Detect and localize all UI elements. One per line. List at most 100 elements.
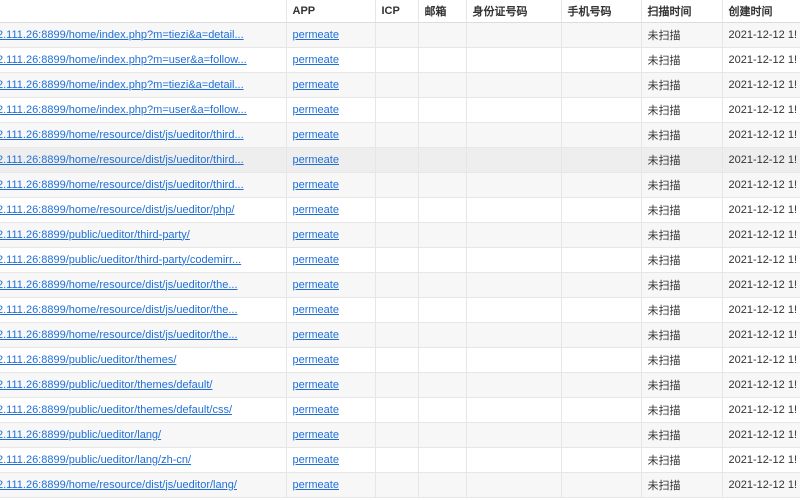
url-link[interactable]: 2.111.26:8899/home/resource/dist/js/uedi… <box>0 304 285 316</box>
table-row[interactable]: 2.111.26:8899/public/ueditor/third-party… <box>0 247 800 273</box>
id-card-cell <box>466 397 562 423</box>
email-cell <box>418 222 467 248</box>
table-row[interactable]: 2.111.26:8899/home/index.php?m=tiezi&a=d… <box>0 72 800 98</box>
url-link[interactable]: 2.111.26:8899/home/resource/dist/js/uedi… <box>0 129 285 141</box>
app-link[interactable]: permeate <box>293 379 339 391</box>
app-link[interactable]: permeate <box>293 154 339 166</box>
url-link[interactable]: 2.111.26:8899/public/ueditor/third-party… <box>0 254 285 266</box>
app-cell: permeate <box>286 147 376 173</box>
url-link[interactable]: 2.111.26:8899/home/index.php?m=tiezi&a=d… <box>0 79 285 91</box>
url-link[interactable]: 2.111.26:8899/public/ueditor/third-party… <box>0 229 285 241</box>
url-cell[interactable]: 2.111.26:8899/home/resource/dist/js/uedi… <box>0 297 287 323</box>
url-cell[interactable]: 2.111.26:8899/public/ueditor/third-party… <box>0 222 287 248</box>
url-link[interactable]: 2.111.26:8899/public/ueditor/themes/defa… <box>0 379 285 391</box>
app-link[interactable]: permeate <box>293 179 339 191</box>
app-link[interactable]: permeate <box>293 454 339 466</box>
app-link[interactable]: permeate <box>293 254 339 266</box>
table-row[interactable]: 2.111.26:8899/home/resource/dist/js/uedi… <box>0 322 800 348</box>
url-cell[interactable]: 2.111.26:8899/home/resource/dist/js/uedi… <box>0 272 287 298</box>
table-row[interactable]: 2.111.26:8899/home/index.php?m=user&a=fo… <box>0 47 800 73</box>
table-row[interactable]: 2.111.26:8899/public/ueditor/themes/perm… <box>0 347 800 373</box>
url-cell[interactable]: 2.111.26:8899/home/resource/dist/js/uedi… <box>0 122 287 148</box>
icp-cell <box>375 222 419 248</box>
url-link[interactable]: 2.111.26:8899/home/resource/dist/js/uedi… <box>0 154 285 166</box>
url-cell[interactable]: 2.111.26:8899/public/ueditor/third-party… <box>0 247 287 273</box>
column-header-app[interactable]: APP <box>286 0 376 23</box>
column-header-icp[interactable]: ICP <box>375 0 419 23</box>
url-cell[interactable]: 2.111.26:8899/public/ueditor/lang/ <box>0 422 287 448</box>
url-cell[interactable]: 2.111.26:8899/public/ueditor/themes/ <box>0 347 287 373</box>
url-cell[interactable]: 2.111.26:8899/home/resource/dist/js/uedi… <box>0 322 287 348</box>
app-link[interactable]: permeate <box>293 429 339 441</box>
app-link[interactable]: permeate <box>293 204 339 216</box>
url-cell[interactable]: 2.111.26:8899/home/index.php?m=tiezi&a=d… <box>0 22 287 48</box>
url-link[interactable]: 2.111.26:8899/public/ueditor/themes/ <box>0 354 285 366</box>
column-header-id-card[interactable]: 身份证号码 <box>466 0 562 23</box>
table-row[interactable]: 2.111.26:8899/home/resource/dist/js/uedi… <box>0 272 800 298</box>
url-link[interactable]: 2.111.26:8899/home/resource/dist/js/uedi… <box>0 204 285 216</box>
app-cell: permeate <box>286 422 376 448</box>
icp-cell <box>375 147 419 173</box>
table-row[interactable]: 2.111.26:8899/home/resource/dist/js/uedi… <box>0 122 800 148</box>
column-header-scan-time[interactable]: 扫描时间 <box>641 0 723 23</box>
table-row[interactable]: 2.111.26:8899/home/resource/dist/js/uedi… <box>0 172 800 198</box>
table-row[interactable]: 2.111.26:8899/public/ueditor/themes/defa… <box>0 397 800 423</box>
url-cell[interactable]: 2.111.26:8899/home/index.php?m=tiezi&a=d… <box>0 72 287 98</box>
url-link[interactable]: 2.111.26:8899/home/index.php?m=user&a=fo… <box>0 104 285 116</box>
app-link[interactable]: permeate <box>293 129 339 141</box>
table-row[interactable]: 2.111.26:8899/home/index.php?m=tiezi&a=d… <box>0 22 800 48</box>
table-row[interactable]: 2.111.26:8899/home/index.php?m=user&a=fo… <box>0 97 800 123</box>
icp-cell <box>375 297 419 323</box>
app-link[interactable]: permeate <box>293 104 339 116</box>
app-link[interactable]: permeate <box>293 479 339 491</box>
email-cell <box>418 172 467 198</box>
url-link[interactable]: 2.111.26:8899/home/index.php?m=tiezi&a=d… <box>0 29 285 41</box>
url-link[interactable]: 2.111.26:8899/home/resource/dist/js/uedi… <box>0 479 285 491</box>
table-row[interactable]: 2.111.26:8899/public/ueditor/lang/zh-cn/… <box>0 447 800 473</box>
table-row[interactable]: 2.111.26:8899/home/resource/dist/js/uedi… <box>0 472 800 498</box>
app-link[interactable]: permeate <box>293 354 339 366</box>
table-row[interactable]: 2.111.26:8899/public/ueditor/themes/defa… <box>0 372 800 398</box>
id-card-cell <box>466 172 562 198</box>
url-link[interactable]: 2.111.26:8899/public/ueditor/lang/ <box>0 429 285 441</box>
table-row[interactable]: 2.111.26:8899/home/resource/dist/js/uedi… <box>0 197 800 223</box>
table-row[interactable]: 2.111.26:8899/public/ueditor/third-party… <box>0 222 800 248</box>
url-cell[interactable]: 2.111.26:8899/home/resource/dist/js/uedi… <box>0 472 287 498</box>
url-cell[interactable]: 2.111.26:8899/public/ueditor/themes/defa… <box>0 397 287 423</box>
app-link[interactable]: permeate <box>293 29 339 41</box>
url-cell[interactable]: 2.111.26:8899/home/resource/dist/js/uedi… <box>0 172 287 198</box>
app-link[interactable]: permeate <box>293 229 339 241</box>
table-row[interactable]: 2.111.26:8899/home/resource/dist/js/uedi… <box>0 297 800 323</box>
phone-cell <box>561 397 642 423</box>
url-link[interactable]: 2.111.26:8899/home/index.php?m=user&a=fo… <box>0 54 285 66</box>
table-row[interactable]: 2.111.26:8899/home/resource/dist/js/uedi… <box>0 147 800 173</box>
column-header-phone[interactable]: 手机号码 <box>561 0 642 23</box>
icp-cell <box>375 397 419 423</box>
url-link[interactable]: 2.111.26:8899/public/ueditor/themes/defa… <box>0 404 285 416</box>
url-cell[interactable]: 2.111.26:8899/public/ueditor/lang/zh-cn/ <box>0 447 287 473</box>
url-link[interactable]: 2.111.26:8899/public/ueditor/lang/zh-cn/ <box>0 454 285 466</box>
url-link[interactable]: 2.111.26:8899/home/resource/dist/js/uedi… <box>0 329 285 341</box>
url-link[interactable]: 2.111.26:8899/home/resource/dist/js/uedi… <box>0 279 285 291</box>
app-link[interactable]: permeate <box>293 79 339 91</box>
column-header-created-time[interactable]: 创建时间 <box>722 0 800 23</box>
app-link[interactable]: permeate <box>293 404 339 416</box>
table-row[interactable]: 2.111.26:8899/public/ueditor/lang/permea… <box>0 422 800 448</box>
url-cell[interactable]: 2.111.26:8899/home/resource/dist/js/uedi… <box>0 197 287 223</box>
icp-cell <box>375 247 419 273</box>
scan-time-cell: 未扫描 <box>641 147 723 173</box>
app-cell: permeate <box>286 347 376 373</box>
app-link[interactable]: permeate <box>293 279 339 291</box>
url-link[interactable]: 2.111.26:8899/home/resource/dist/js/uedi… <box>0 179 285 191</box>
column-header-email[interactable]: 邮箱 <box>418 0 467 23</box>
app-link[interactable]: permeate <box>293 329 339 341</box>
app-link[interactable]: permeate <box>293 304 339 316</box>
url-cell[interactable]: 2.111.26:8899/public/ueditor/themes/defa… <box>0 372 287 398</box>
url-cell[interactable]: 2.111.26:8899/home/index.php?m=user&a=fo… <box>0 97 287 123</box>
email-cell <box>418 22 467 48</box>
email-cell <box>418 472 467 498</box>
app-link[interactable]: permeate <box>293 54 339 66</box>
url-cell[interactable]: 2.111.26:8899/home/resource/dist/js/uedi… <box>0 147 287 173</box>
column-header-url[interactable] <box>0 0 287 23</box>
url-cell[interactable]: 2.111.26:8899/home/index.php?m=user&a=fo… <box>0 47 287 73</box>
